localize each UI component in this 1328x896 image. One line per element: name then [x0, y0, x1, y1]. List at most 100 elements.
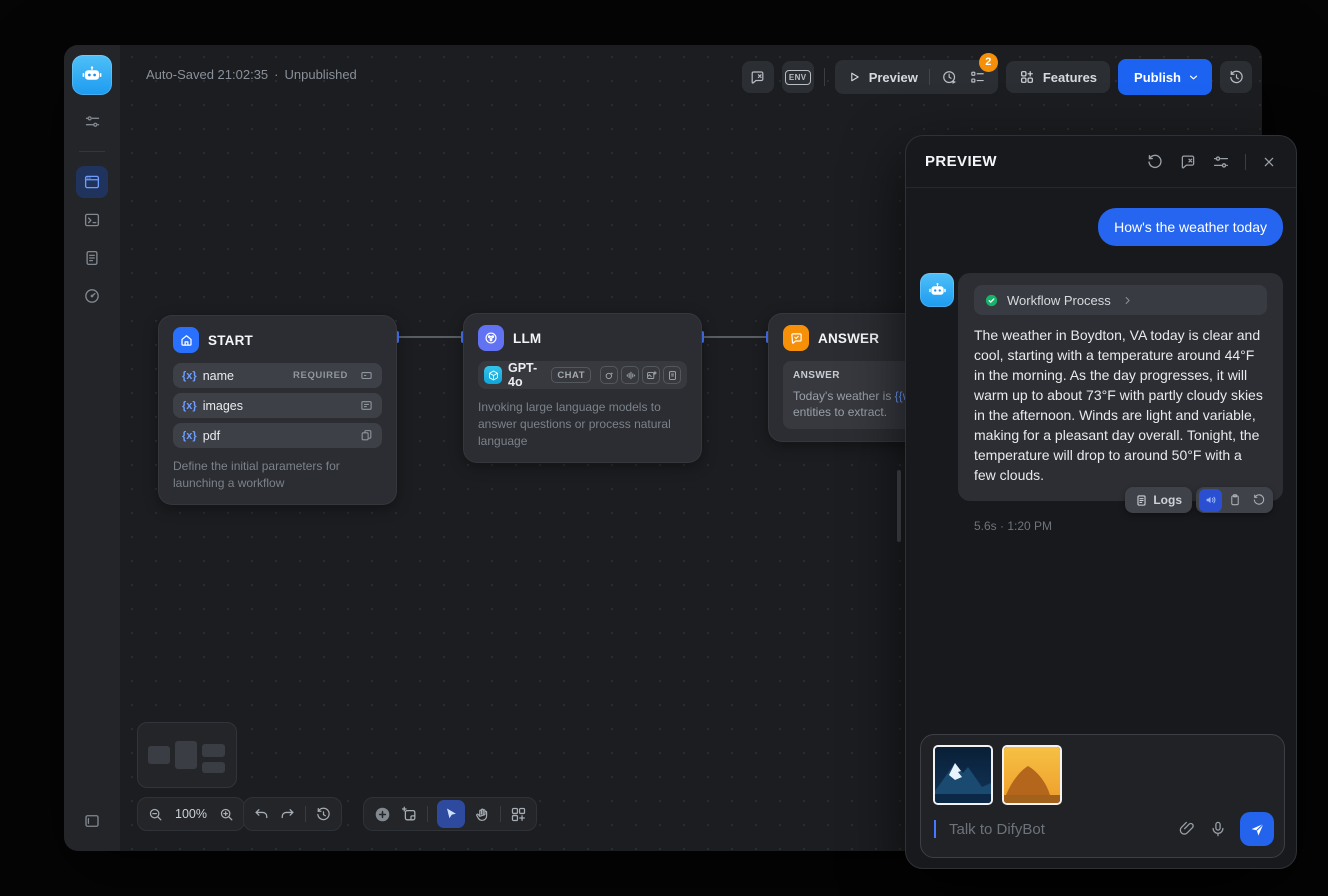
image-icon [642, 366, 660, 384]
chat-input[interactable] [949, 821, 1165, 838]
bot-message-row: Workflow Process The weather in Boydton,… [920, 273, 1283, 501]
variable-row-name[interactable]: {x} name REQUIRED [173, 363, 382, 388]
canvas-scrollbar[interactable] [897, 470, 901, 542]
toolbar-divider [500, 806, 501, 822]
change-history-button[interactable] [315, 806, 332, 823]
node-llm[interactable]: LLM GPT-4o CHAT [463, 313, 702, 463]
group-divider [929, 69, 930, 85]
sliders-icon [84, 113, 101, 130]
features-grid-icon [1019, 69, 1035, 85]
variable-name: name [203, 369, 234, 383]
panel-collapse-icon [83, 812, 101, 830]
logs-button[interactable]: Logs [1125, 487, 1192, 513]
zoom-in-button[interactable] [218, 806, 235, 823]
text-cursor [934, 820, 936, 838]
model-mode-badge: CHAT [551, 367, 591, 383]
sidebar-item-api[interactable] [76, 204, 108, 236]
preview-header: PREVIEW [906, 136, 1296, 188]
redo-button[interactable] [279, 806, 296, 823]
attached-images [933, 745, 1272, 805]
collapse-sidebar-button[interactable] [76, 805, 108, 837]
document-lines-icon [83, 249, 101, 267]
app-settings-button[interactable] [76, 105, 108, 137]
checklist-badge: 2 [979, 53, 998, 72]
chat-check-icon [783, 325, 809, 351]
preview-button-group: Preview [835, 60, 998, 94]
screen: Auto-Saved 21:02:35 · Unpublished ENV [0, 0, 1328, 896]
annotation-button[interactable] [742, 61, 774, 93]
chat-input-row [934, 809, 1274, 849]
sidebar-item-orchestrate[interactable] [76, 166, 108, 198]
add-note-button[interactable] [401, 806, 418, 823]
zoom-out-button[interactable] [147, 806, 164, 823]
audio-icon [621, 366, 639, 384]
history-restore-icon [1228, 69, 1245, 86]
voice-input-button[interactable] [1209, 820, 1227, 838]
run-history-button[interactable] [941, 69, 958, 86]
read-aloud-button[interactable] [1199, 489, 1222, 512]
autosave-text: Auto-Saved 21:02:35 [146, 67, 268, 82]
toolbar-divider [824, 68, 825, 86]
minimap-node [148, 746, 170, 764]
publish-button[interactable]: Publish [1118, 59, 1212, 95]
attachment-image-mountain-orange[interactable] [1002, 745, 1062, 805]
copy-button[interactable] [1223, 489, 1246, 512]
preview-run-button[interactable]: Preview [847, 70, 918, 85]
variable-prefix: {x} [182, 430, 197, 442]
header-divider [1245, 154, 1246, 170]
regenerate-button[interactable] [1247, 489, 1270, 512]
message-tool-chip [1196, 487, 1273, 513]
variable-row-pdf[interactable]: {x} pdf [173, 423, 382, 448]
attach-file-button[interactable] [1178, 820, 1196, 838]
preview-title: PREVIEW [925, 153, 997, 170]
version-history-button[interactable] [1220, 61, 1252, 93]
send-message-button[interactable] [1240, 812, 1274, 846]
variable-name: images [203, 399, 243, 413]
zoom-level[interactable]: 100% [173, 807, 209, 821]
minimap-node [175, 741, 197, 769]
undo-button[interactable] [253, 806, 270, 823]
hand-mode-button[interactable] [474, 806, 491, 823]
node-description: Define the initial parameters for launch… [173, 458, 382, 492]
model-selector[interactable]: GPT-4o CHAT [478, 361, 687, 389]
bot-message-card: Workflow Process The weather in Boydton,… [958, 273, 1283, 501]
env-variables-button[interactable]: ENV [782, 61, 814, 93]
checklist-button[interactable]: 2 [969, 69, 986, 86]
play-icon [847, 70, 861, 84]
sidebar-item-logs[interactable] [76, 242, 108, 274]
logs-label: Logs [1153, 493, 1182, 507]
vision-icon [600, 366, 618, 384]
edge-llm-answer [702, 336, 768, 338]
workflow-process-toggle[interactable]: Workflow Process [974, 285, 1267, 315]
send-icon [1249, 821, 1266, 838]
toolbar-divider [305, 806, 306, 822]
close-preview-button[interactable] [1261, 154, 1277, 170]
features-button[interactable]: Features [1006, 61, 1110, 93]
minimap-node [202, 744, 225, 757]
app-logo[interactable] [72, 55, 112, 95]
attachment-image-mountain-blue[interactable] [933, 745, 993, 805]
sidebar-divider [79, 151, 105, 152]
minimap-node [202, 762, 225, 773]
variable-row-images[interactable]: {x} images [173, 393, 382, 418]
minimap[interactable] [137, 722, 237, 788]
variable-prefix: {x} [182, 370, 197, 382]
add-node-button[interactable] [373, 805, 392, 824]
restart-conversation-button[interactable] [1146, 153, 1164, 171]
edge-start-llm [397, 336, 463, 338]
required-tag: REQUIRED [293, 370, 348, 381]
annotation-button[interactable] [1179, 153, 1197, 171]
top-actions: ENV Preview [742, 59, 1252, 95]
preview-settings-button[interactable] [1212, 153, 1230, 171]
home-icon [173, 327, 199, 353]
chevron-down-icon [1187, 71, 1200, 84]
organize-nodes-button[interactable] [510, 806, 527, 823]
preview-label: Preview [869, 70, 918, 85]
node-start[interactable]: START {x} name REQUIRED {x} images [158, 315, 397, 505]
node-title: LLM [513, 331, 541, 346]
pointer-mode-button[interactable] [437, 800, 465, 828]
bot-message-text: The weather in Boydton, VA today is clea… [974, 325, 1267, 485]
chat-input-card [920, 734, 1285, 858]
publish-label: Publish [1134, 70, 1181, 85]
sidebar-item-monitoring[interactable] [76, 280, 108, 312]
